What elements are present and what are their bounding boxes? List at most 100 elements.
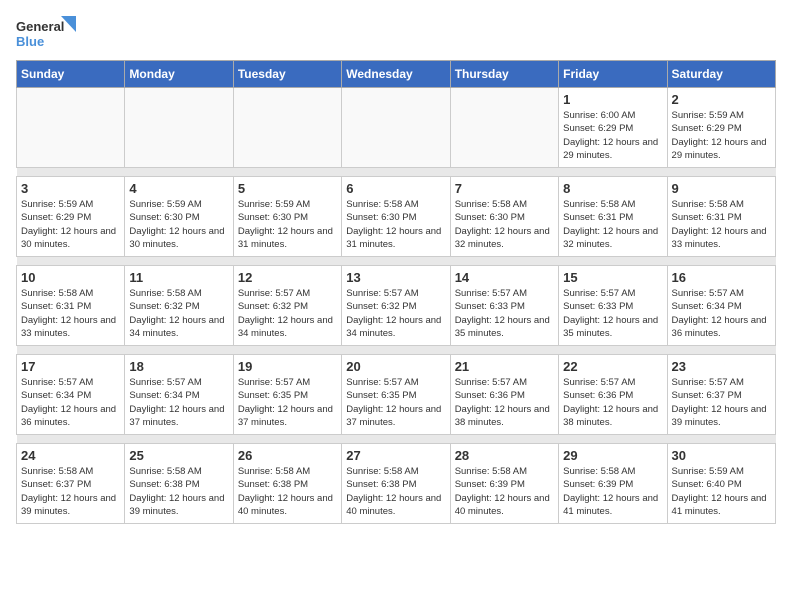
svg-text:Blue: Blue	[16, 34, 44, 49]
calendar-cell-w1d1: 4Sunrise: 5:59 AM Sunset: 6:30 PM Daylig…	[125, 177, 233, 257]
day-number: 18	[129, 359, 228, 374]
day-number: 27	[346, 448, 445, 463]
day-info: Sunrise: 5:58 AM Sunset: 6:32 PM Dayligh…	[129, 287, 228, 340]
calendar-cell-w1d3: 6Sunrise: 5:58 AM Sunset: 6:30 PM Daylig…	[342, 177, 450, 257]
calendar-table: SundayMondayTuesdayWednesdayThursdayFrid…	[16, 60, 776, 524]
calendar-cell-w2d1: 11 Sunrise: 5:58 AM Sunset: 6:32 PM Dayli…	[125, 266, 233, 346]
day-info: Sunrise: 5:59 AM Sunset: 6:29 PM Dayligh…	[672, 109, 771, 162]
day-info: Sunrise: 5:57 AM Sunset: 6:37 PM Dayligh…	[672, 376, 771, 429]
day-info: Sunrise: 5:58 AM Sunset: 6:31 PM Dayligh…	[563, 198, 662, 251]
day-number: 22	[563, 359, 662, 374]
calendar-cell-w4d0: 24Sunrise: 5:58 AM Sunset: 6:37 PM Dayli…	[17, 444, 125, 524]
calendar-header-row: SundayMondayTuesdayWednesdayThursdayFrid…	[17, 61, 776, 88]
calendar-cell-w0d4	[450, 88, 558, 168]
calendar-cell-w2d5: 15 Sunrise: 5:57 AM Sunset: 6:33 PM Dayli…	[559, 266, 667, 346]
week-separator	[17, 435, 776, 444]
calendar-cell-w4d3: 27 Sunrise: 5:58 AM Sunset: 6:38 PM Dayli…	[342, 444, 450, 524]
day-number: 7	[455, 181, 554, 196]
day-info: Sunrise: 5:58 AM Sunset: 6:38 PM Dayligh…	[129, 465, 228, 518]
separator-cell	[17, 168, 776, 177]
calendar-week-4: 24Sunrise: 5:58 AM Sunset: 6:37 PM Dayli…	[17, 444, 776, 524]
calendar-cell-w4d2: 26 Sunrise: 5:58 AM Sunset: 6:38 PM Dayli…	[233, 444, 341, 524]
day-number: 15	[563, 270, 662, 285]
day-number: 20	[346, 359, 445, 374]
day-number: 9	[672, 181, 771, 196]
calendar-cell-w3d6: 23Sunrise: 5:57 AM Sunset: 6:37 PM Dayli…	[667, 355, 775, 435]
day-number: 29	[563, 448, 662, 463]
day-number: 25	[129, 448, 228, 463]
calendar-body: 1Sunrise: 6:00 AM Sunset: 6:29 PM Daylig…	[17, 88, 776, 524]
day-info: Sunrise: 5:57 AM Sunset: 6:33 PM Dayligh…	[455, 287, 554, 340]
calendar-cell-w3d2: 19 Sunrise: 5:57 AM Sunset: 6:35 PM Dayli…	[233, 355, 341, 435]
day-number: 13	[346, 270, 445, 285]
calendar-cell-w4d4: 28Sunrise: 5:58 AM Sunset: 6:39 PM Dayli…	[450, 444, 558, 524]
day-info: Sunrise: 5:57 AM Sunset: 6:36 PM Dayligh…	[563, 376, 662, 429]
calendar-cell-w0d6: 2 Sunrise: 5:59 AM Sunset: 6:29 PM Daylig…	[667, 88, 775, 168]
separator-cell	[17, 435, 776, 444]
separator-cell	[17, 257, 776, 266]
day-info: Sunrise: 5:58 AM Sunset: 6:31 PM Dayligh…	[672, 198, 771, 251]
day-number: 4	[129, 181, 228, 196]
header: GeneralBlue	[16, 16, 776, 52]
calendar-cell-w3d0: 17Sunrise: 5:57 AM Sunset: 6:34 PM Dayli…	[17, 355, 125, 435]
calendar-cell-w3d4: 21 Sunrise: 5:57 AM Sunset: 6:36 PM Dayli…	[450, 355, 558, 435]
calendar-cell-w4d6: 30Sunrise: 5:59 AM Sunset: 6:40 PM Dayli…	[667, 444, 775, 524]
week-separator	[17, 346, 776, 355]
calendar-cell-w0d3	[342, 88, 450, 168]
calendar-header-friday: Friday	[559, 61, 667, 88]
day-info: Sunrise: 5:57 AM Sunset: 6:32 PM Dayligh…	[238, 287, 337, 340]
day-number: 16	[672, 270, 771, 285]
calendar-cell-w1d6: 9 Sunrise: 5:58 AM Sunset: 6:31 PM Daylig…	[667, 177, 775, 257]
day-info: Sunrise: 5:58 AM Sunset: 6:30 PM Dayligh…	[346, 198, 445, 251]
calendar-cell-w2d3: 13Sunrise: 5:57 AM Sunset: 6:32 PM Dayli…	[342, 266, 450, 346]
calendar-cell-w3d1: 18Sunrise: 5:57 AM Sunset: 6:34 PM Dayli…	[125, 355, 233, 435]
day-number: 10	[21, 270, 120, 285]
calendar-cell-w1d5: 8 Sunrise: 5:58 AM Sunset: 6:31 PM Daylig…	[559, 177, 667, 257]
day-info: Sunrise: 5:59 AM Sunset: 6:29 PM Dayligh…	[21, 198, 120, 251]
week-separator	[17, 168, 776, 177]
day-number: 12	[238, 270, 337, 285]
calendar-cell-w2d4: 14Sunrise: 5:57 AM Sunset: 6:33 PM Dayli…	[450, 266, 558, 346]
calendar-cell-w0d5: 1Sunrise: 6:00 AM Sunset: 6:29 PM Daylig…	[559, 88, 667, 168]
day-info: Sunrise: 5:58 AM Sunset: 6:39 PM Dayligh…	[563, 465, 662, 518]
day-number: 21	[455, 359, 554, 374]
day-info: Sunrise: 5:58 AM Sunset: 6:38 PM Dayligh…	[346, 465, 445, 518]
calendar-cell-w2d2: 12 Sunrise: 5:57 AM Sunset: 6:32 PM Dayli…	[233, 266, 341, 346]
week-separator	[17, 257, 776, 266]
day-number: 2	[672, 92, 771, 107]
day-number: 26	[238, 448, 337, 463]
day-info: Sunrise: 5:58 AM Sunset: 6:38 PM Dayligh…	[238, 465, 337, 518]
day-info: Sunrise: 5:58 AM Sunset: 6:37 PM Dayligh…	[21, 465, 120, 518]
day-info: Sunrise: 5:58 AM Sunset: 6:30 PM Dayligh…	[455, 198, 554, 251]
calendar-cell-w2d6: 16 Sunrise: 5:57 AM Sunset: 6:34 PM Dayli…	[667, 266, 775, 346]
calendar-header-tuesday: Tuesday	[233, 61, 341, 88]
day-number: 19	[238, 359, 337, 374]
day-info: Sunrise: 5:58 AM Sunset: 6:31 PM Dayligh…	[21, 287, 120, 340]
calendar-header-thursday: Thursday	[450, 61, 558, 88]
calendar-cell-w3d3: 20 Sunrise: 5:57 AM Sunset: 6:35 PM Dayli…	[342, 355, 450, 435]
day-info: Sunrise: 5:57 AM Sunset: 6:35 PM Dayligh…	[238, 376, 337, 429]
calendar-week-3: 17Sunrise: 5:57 AM Sunset: 6:34 PM Dayli…	[17, 355, 776, 435]
logo: GeneralBlue	[16, 16, 76, 52]
calendar-cell-w4d1: 25 Sunrise: 5:58 AM Sunset: 6:38 PM Dayli…	[125, 444, 233, 524]
calendar-cell-w2d0: 10 Sunrise: 5:58 AM Sunset: 6:31 PM Dayli…	[17, 266, 125, 346]
calendar-cell-w1d4: 7 Sunrise: 5:58 AM Sunset: 6:30 PM Daylig…	[450, 177, 558, 257]
day-info: Sunrise: 5:57 AM Sunset: 6:33 PM Dayligh…	[563, 287, 662, 340]
day-info: Sunrise: 5:59 AM Sunset: 6:30 PM Dayligh…	[238, 198, 337, 251]
day-info: Sunrise: 5:57 AM Sunset: 6:34 PM Dayligh…	[672, 287, 771, 340]
day-number: 5	[238, 181, 337, 196]
day-number: 8	[563, 181, 662, 196]
calendar-header-sunday: Sunday	[17, 61, 125, 88]
day-number: 3	[21, 181, 120, 196]
day-info: Sunrise: 5:57 AM Sunset: 6:36 PM Dayligh…	[455, 376, 554, 429]
calendar-cell-w3d5: 22 Sunrise: 5:57 AM Sunset: 6:36 PM Dayli…	[559, 355, 667, 435]
calendar-header-wednesday: Wednesday	[342, 61, 450, 88]
calendar-week-2: 10 Sunrise: 5:58 AM Sunset: 6:31 PM Dayli…	[17, 266, 776, 346]
calendar-week-0: 1Sunrise: 6:00 AM Sunset: 6:29 PM Daylig…	[17, 88, 776, 168]
calendar-cell-w0d2	[233, 88, 341, 168]
day-info: Sunrise: 5:57 AM Sunset: 6:35 PM Dayligh…	[346, 376, 445, 429]
calendar-cell-w1d2: 5 Sunrise: 5:59 AM Sunset: 6:30 PM Daylig…	[233, 177, 341, 257]
day-number: 11	[129, 270, 228, 285]
day-number: 28	[455, 448, 554, 463]
day-number: 30	[672, 448, 771, 463]
